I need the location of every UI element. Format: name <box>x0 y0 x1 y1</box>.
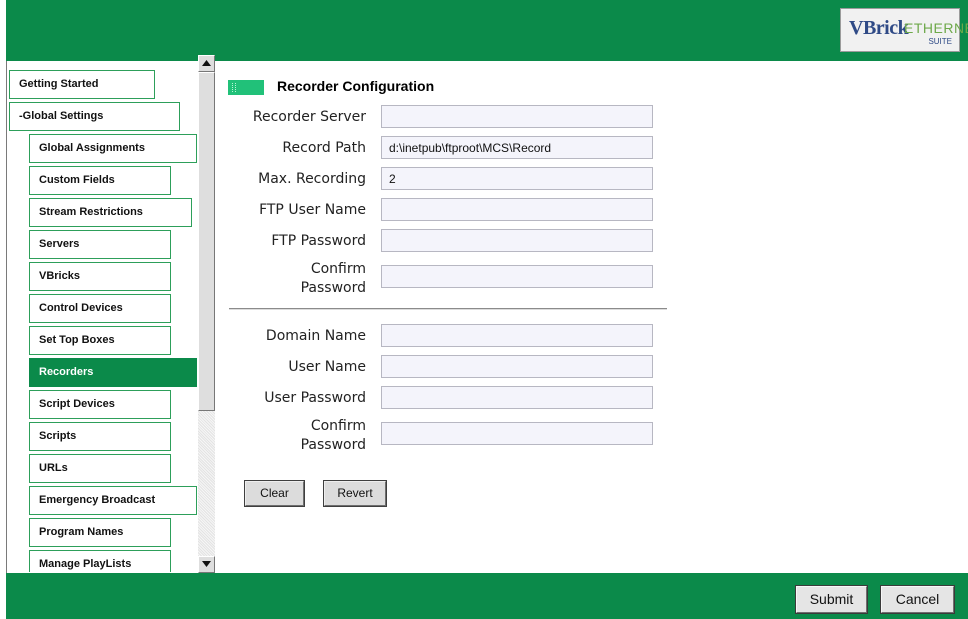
sidebar-scrollbar[interactable] <box>198 55 215 573</box>
user-name-label: User Name <box>288 359 366 375</box>
record-path-input[interactable] <box>381 136 653 159</box>
ftp-confirm-password-input[interactable] <box>381 265 653 288</box>
nav-item-control-devices[interactable]: Control Devices <box>29 294 171 323</box>
logo-sub-text: ETHERNETV <box>904 20 968 36</box>
logo-suite-text: SUITE <box>928 37 952 46</box>
submit-button[interactable]: Submit <box>795 585 868 614</box>
cancel-button[interactable]: Cancel <box>880 585 955 614</box>
nav-item-urls[interactable]: URLs <box>29 454 171 483</box>
arrow-up-icon <box>202 60 211 66</box>
nav-item-vbricks[interactable]: VBricks <box>29 262 171 291</box>
page-title: Recorder Configuration <box>277 78 435 94</box>
nav-item-global-assignments[interactable]: Global Assignments <box>29 134 197 163</box>
max-recording-input[interactable] <box>381 167 653 190</box>
nav-item-emergency-broadcast[interactable]: Emergency Broadcast <box>29 486 197 515</box>
user-password-input[interactable] <box>381 386 653 409</box>
user-confirm-password-input[interactable] <box>381 422 653 445</box>
section-divider <box>229 308 667 310</box>
header-bar <box>6 0 968 61</box>
nav-item-custom-fields[interactable]: Custom Fields <box>29 166 171 195</box>
nav-item-set-top-boxes[interactable]: Set Top Boxes <box>29 326 171 355</box>
ftp-password-label: FTP Password <box>271 233 366 249</box>
ftp-user-name-input[interactable] <box>381 198 653 221</box>
recorder-server-input[interactable] <box>381 105 653 128</box>
recorder-server-label: Recorder Server <box>252 109 366 125</box>
nav-item-script-devices[interactable]: Script Devices <box>29 390 171 419</box>
max-recording-label: Max. Recording <box>258 171 366 187</box>
ftp-confirm-label-line1: Confirm <box>310 261 366 277</box>
ftp-password-input[interactable] <box>381 229 653 252</box>
user-confirm-label-line2: Password <box>300 437 366 453</box>
ftp-user-name-label: FTP User Name <box>259 202 366 218</box>
domain-name-label: Domain Name <box>265 328 366 344</box>
scroll-thumb[interactable] <box>198 72 215 411</box>
nav-item-global-settings[interactable]: -Global Settings <box>9 102 180 131</box>
section-marker-icon <box>228 80 264 95</box>
revert-button[interactable]: Revert <box>323 480 387 507</box>
logo-main-text: VBrick <box>849 17 909 39</box>
scroll-down-button[interactable] <box>198 556 215 573</box>
vbrick-logo: VBrick ETHERNETV SUITE <box>840 8 968 52</box>
record-path-label: Record Path <box>282 140 366 156</box>
nav-item-scripts[interactable]: Scripts <box>29 422 171 451</box>
user-password-label: User Password <box>264 390 366 406</box>
nav-item-manage-playlists[interactable]: Manage PlayLists <box>29 550 171 572</box>
sidebar-nav: Getting Started -Global Settings Global … <box>9 66 197 572</box>
nav-item-servers[interactable]: Servers <box>29 230 171 259</box>
scroll-up-button[interactable] <box>198 55 215 72</box>
nav-item-getting-started[interactable]: Getting Started <box>9 70 155 99</box>
nav-item-program-names[interactable]: Program Names <box>29 518 171 547</box>
clear-button[interactable]: Clear <box>244 480 305 507</box>
user-name-input[interactable] <box>381 355 653 378</box>
domain-name-input[interactable] <box>381 324 653 347</box>
ftp-confirm-label-line2: Password <box>300 280 366 296</box>
nav-item-stream-restrictions[interactable]: Stream Restrictions <box>29 198 192 227</box>
nav-item-recorders[interactable]: Recorders <box>29 358 197 387</box>
user-confirm-label-line1: Confirm <box>310 418 366 434</box>
arrow-down-icon <box>202 561 211 567</box>
